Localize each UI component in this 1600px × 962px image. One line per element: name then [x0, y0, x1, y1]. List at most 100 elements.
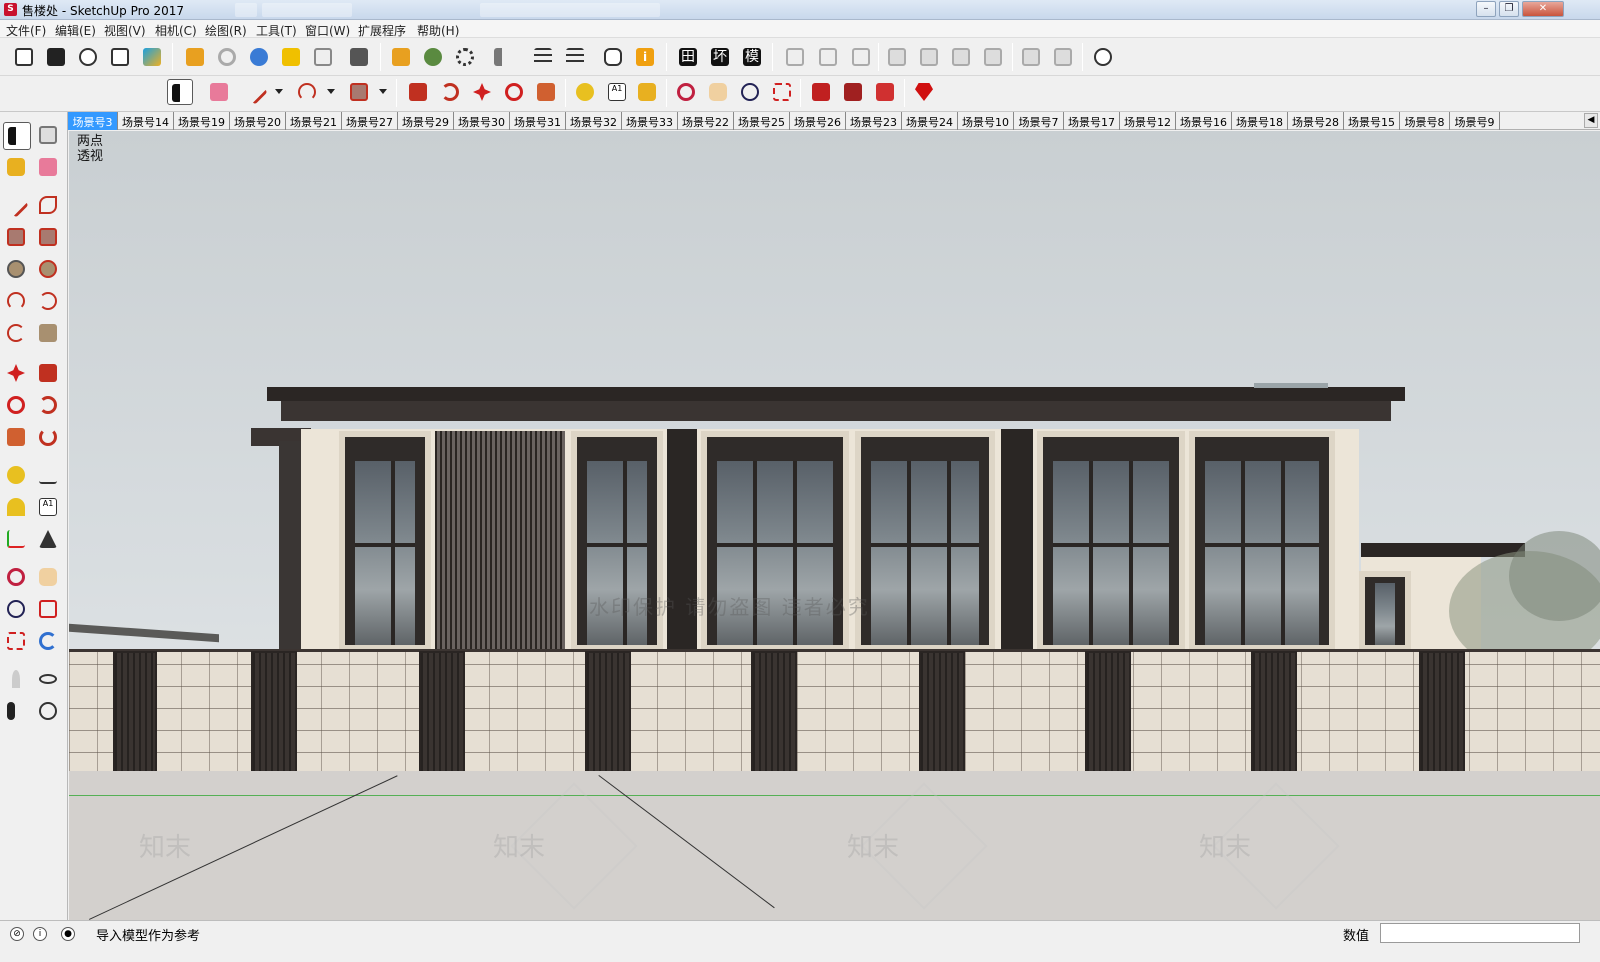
panel-icon[interactable] — [1018, 44, 1044, 70]
menu-tools[interactable]: 工具(T) — [256, 22, 297, 39]
plugin-mo-button[interactable]: 模 — [739, 44, 765, 70]
move-icon[interactable] — [3, 360, 31, 388]
zoom-icon[interactable] — [3, 596, 31, 624]
menu-file[interactable]: 文件(F) — [6, 22, 46, 39]
text-tool-icon[interactable]: A1 — [35, 494, 63, 522]
select-tool-icon[interactable] — [3, 122, 31, 150]
3d-text-icon[interactable] — [35, 526, 63, 554]
tab-scene[interactable]: 场景号20 — [230, 112, 286, 130]
follow-me-icon[interactable] — [35, 392, 63, 420]
rotate-icon[interactable] — [3, 392, 31, 420]
tab-scene[interactable]: 场景号25 — [734, 112, 790, 130]
export-icon[interactable] — [782, 44, 808, 70]
menu-window[interactable]: 窗口(W) — [305, 22, 350, 39]
walk-footprints-icon[interactable] — [3, 698, 31, 726]
eraser-icon[interactable] — [35, 154, 63, 182]
panel-icon[interactable] — [948, 44, 974, 70]
panel-icon[interactable] — [916, 44, 942, 70]
info-icon[interactable]: i — [632, 44, 658, 70]
menu-edit[interactable]: 编辑(E) — [55, 22, 96, 39]
move-icon[interactable] — [469, 79, 495, 105]
polygon-icon[interactable] — [35, 256, 63, 284]
tab-scene[interactable]: 场景号12 — [1120, 112, 1176, 130]
tab-scene[interactable]: 场景号14 — [118, 112, 174, 130]
share-component-icon[interactable] — [107, 44, 133, 70]
plugin-tian-button[interactable]: 田 — [675, 44, 701, 70]
select-tool-icon[interactable] — [167, 79, 193, 105]
upload-cloud-icon[interactable] — [75, 44, 101, 70]
follow-me-icon[interactable] — [437, 79, 463, 105]
circle-icon[interactable] — [3, 256, 31, 284]
render-icon[interactable] — [182, 44, 208, 70]
tab-scene[interactable]: 场景号24 — [902, 112, 958, 130]
tab-scene[interactable]: 场景号22 — [678, 112, 734, 130]
tab-scene[interactable]: 场景号16 — [1176, 112, 1232, 130]
pie-icon[interactable] — [35, 320, 63, 348]
camera-icon[interactable] — [278, 44, 304, 70]
tab-scene[interactable]: 场景号18 — [1232, 112, 1288, 130]
refresh-icon[interactable] — [214, 44, 240, 70]
tab-scene[interactable]: 场景号9 — [1450, 112, 1500, 130]
layers-eye-icon[interactable] — [562, 44, 588, 70]
rotate-icon[interactable] — [501, 79, 527, 105]
push-pull-icon[interactable] — [35, 360, 63, 388]
two-point-arc-icon[interactable] — [35, 288, 63, 316]
tab-scene[interactable]: 场景号29 — [398, 112, 454, 130]
orbit-icon[interactable] — [3, 564, 31, 592]
previous-view-icon[interactable] — [35, 628, 63, 656]
get-models-icon[interactable] — [11, 44, 37, 70]
panel-icon[interactable] — [980, 44, 1006, 70]
eraser-icon[interactable] — [206, 79, 232, 105]
tab-scene[interactable]: 场景号8 — [1400, 112, 1450, 130]
sliders-icon[interactable] — [530, 44, 556, 70]
rotated-rectangle-icon[interactable] — [35, 224, 63, 252]
send-to-layout-icon[interactable] — [872, 79, 898, 105]
paint-bucket-icon[interactable] — [3, 154, 31, 182]
menu-camera[interactable]: 相机(C) — [155, 22, 197, 39]
tab-scene[interactable]: 场景号23 — [846, 112, 902, 130]
scroll-left-icon[interactable]: ◀ — [1584, 113, 1598, 128]
close-button[interactable]: ✕ — [1522, 1, 1564, 17]
zoom-icon[interactable] — [737, 79, 763, 105]
menu-view[interactable]: 视图(V) — [104, 22, 146, 39]
tab-scene[interactable]: 场景号32 — [566, 112, 622, 130]
rectangle-icon[interactable] — [3, 224, 31, 252]
look-around-eye-icon[interactable] — [35, 666, 63, 694]
chevron-down-icon[interactable] — [275, 89, 283, 94]
plugin-huai-button[interactable]: 坏 — [707, 44, 733, 70]
dimension-icon[interactable] — [35, 462, 63, 490]
tab-scene[interactable]: 场景号30 — [454, 112, 510, 130]
axes-icon[interactable] — [3, 526, 31, 554]
offset-icon[interactable] — [35, 424, 63, 452]
tab-scene[interactable]: 场景号17 — [1064, 112, 1120, 130]
tab-scene[interactable]: 场景号10 — [958, 112, 1014, 130]
panel-icon[interactable] — [884, 44, 910, 70]
credits-info-icon[interactable]: i — [33, 927, 47, 941]
restore-button[interactable]: ❐ — [1499, 1, 1519, 17]
pan-hand-icon[interactable] — [35, 564, 63, 592]
zoom-extents-icon[interactable] — [769, 79, 795, 105]
geo-location-icon[interactable]: ⊘ — [10, 927, 24, 941]
snapshot-icon[interactable] — [310, 44, 336, 70]
tab-scene[interactable]: 场景号33 — [622, 112, 678, 130]
zoom-window-icon[interactable] — [35, 596, 63, 624]
share-model-icon[interactable] — [43, 44, 69, 70]
chat-icon[interactable] — [600, 44, 626, 70]
globe-icon[interactable] — [1090, 44, 1116, 70]
three-point-arc-icon[interactable] — [3, 320, 31, 348]
tab-scene[interactable]: 场景号7 — [1014, 112, 1064, 130]
position-camera-icon[interactable] — [3, 666, 31, 694]
extension-warehouse-icon[interactable] — [139, 44, 165, 70]
export-exe-icon[interactable] — [815, 44, 841, 70]
arc-icon[interactable] — [294, 79, 320, 105]
scale-icon[interactable] — [533, 79, 559, 105]
ruby-console-icon[interactable] — [911, 79, 937, 105]
pencil-icon[interactable] — [3, 192, 31, 220]
make-component-icon[interactable] — [35, 122, 63, 150]
push-pull-icon[interactable] — [405, 79, 431, 105]
menu-help[interactable]: 帮助(H) — [417, 22, 459, 39]
arc-icon[interactable] — [3, 288, 31, 316]
orbit-icon[interactable] — [673, 79, 699, 105]
settings-gear-icon[interactable] — [452, 44, 478, 70]
user-account-icon[interactable]: ● — [61, 927, 75, 941]
